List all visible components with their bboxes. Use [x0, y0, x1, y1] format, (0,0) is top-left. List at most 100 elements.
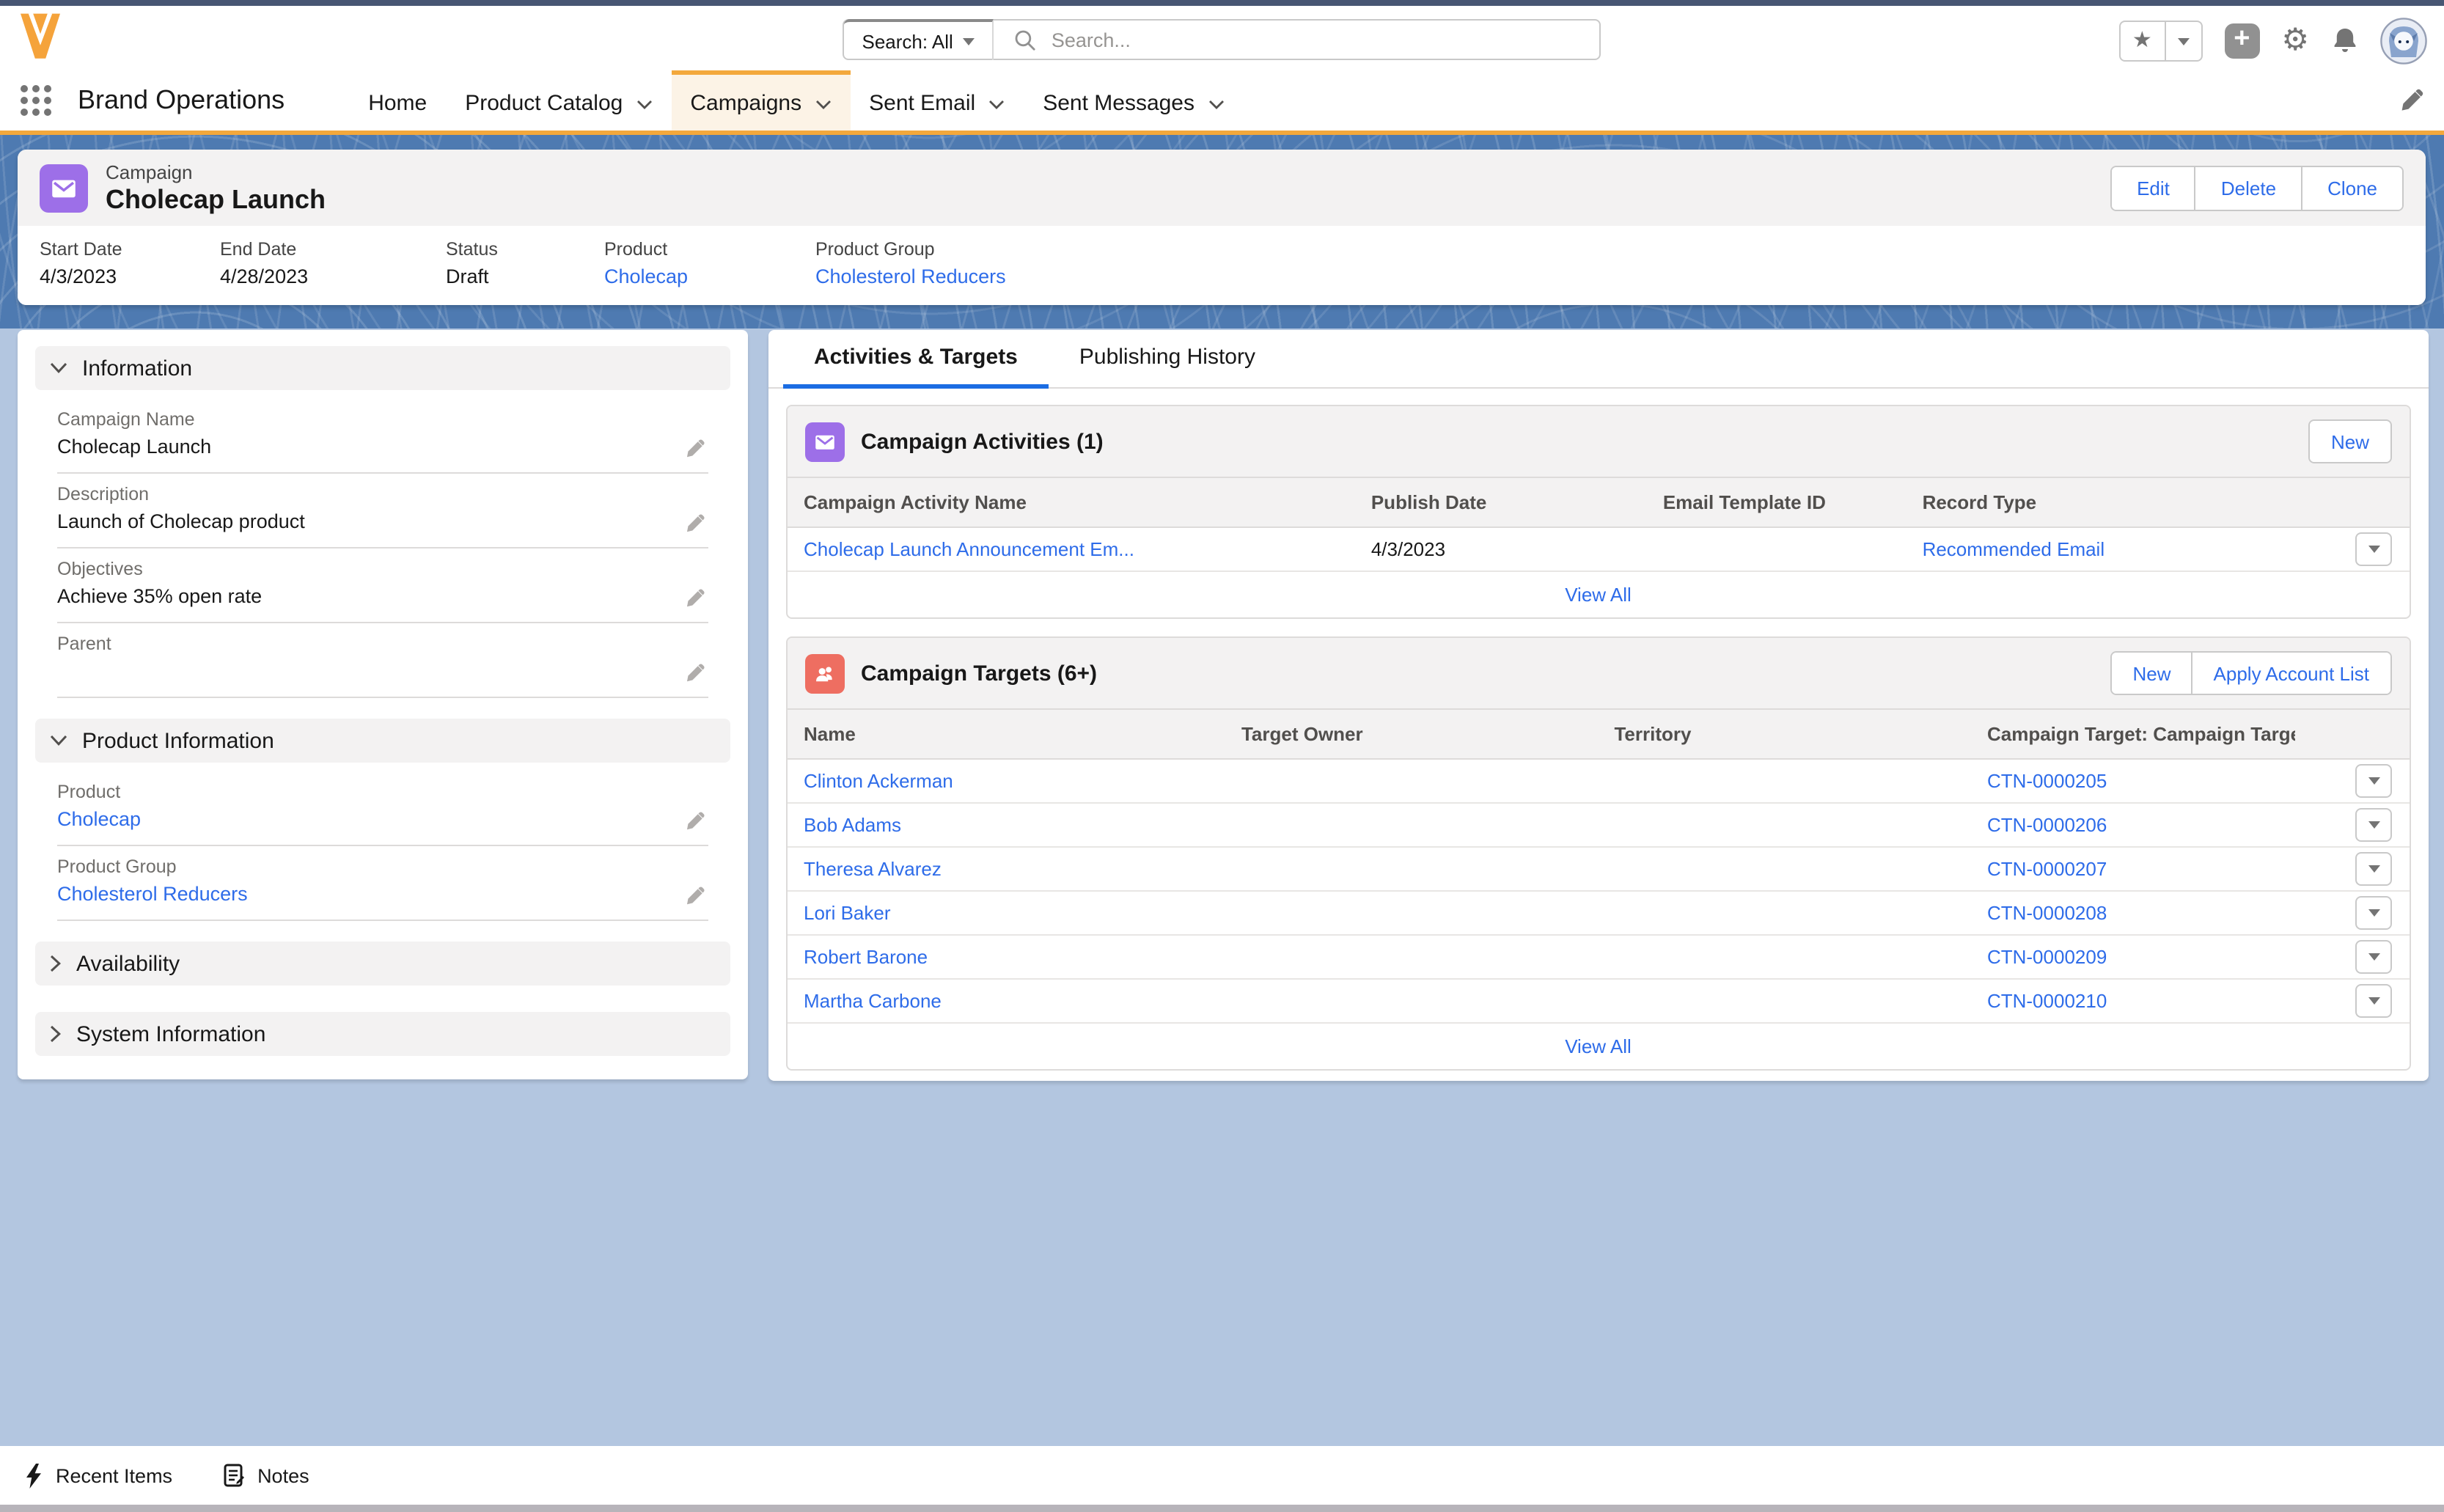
- user-avatar[interactable]: [2379, 18, 2426, 65]
- search-scope-selector[interactable]: Search: All: [845, 19, 994, 60]
- favorite-star-icon[interactable]: ★: [2120, 23, 2164, 59]
- activity-name-link[interactable]: Cholecap Launch Announcement Em...: [788, 538, 1355, 560]
- delete-button[interactable]: Delete: [2195, 166, 2301, 209]
- section-availability[interactable]: Availability: [35, 942, 730, 986]
- record-title: Cholecap Launch: [106, 184, 326, 215]
- record-actions: Edit Delete Clone: [2110, 165, 2404, 210]
- edit-pencil-icon[interactable]: [685, 886, 705, 906]
- nav-tab-home[interactable]: Home: [349, 70, 446, 131]
- nav-tab-sent-email[interactable]: Sent Email: [850, 70, 1024, 131]
- edit-pencil-icon[interactable]: [685, 663, 705, 683]
- target-name-link[interactable]: Martha Carbone: [788, 990, 1225, 1012]
- target-name-link[interactable]: Clinton Ackerman: [788, 770, 1225, 792]
- record-highlight-fields: Start Date 4/3/2023 End Date 4/28/2023 S…: [18, 226, 2426, 305]
- edit-pencil-icon[interactable]: [685, 513, 705, 534]
- campaign-target-link[interactable]: CTN-0000205: [1971, 770, 2295, 792]
- activities-view-all-link[interactable]: View All: [1565, 584, 1632, 606]
- chevron-right-icon: [50, 955, 62, 972]
- product-group-link[interactable]: Cholesterol Reducers: [815, 265, 1006, 287]
- nav-tab-campaigns[interactable]: Campaigns: [671, 70, 850, 131]
- target-row: Clinton Ackerman CTN-0000205: [788, 760, 2409, 804]
- recent-items-utility[interactable]: Recent Items: [25, 1463, 172, 1488]
- chevron-right-icon: [50, 1025, 62, 1043]
- campaign-target-link[interactable]: CTN-0000208: [1971, 902, 2295, 924]
- field-campaign-name: Campaign Name Cholecap Launch: [57, 399, 708, 474]
- global-actions-plus-icon[interactable]: +: [2224, 23, 2259, 59]
- campaign-activities-title: Campaign Activities (1): [861, 429, 1104, 454]
- app-navigation: Brand Operations Home Product Catalog Ca…: [0, 70, 2444, 135]
- tab-publishing-history[interactable]: Publishing History: [1049, 330, 1286, 389]
- field-product-group: Product Group Cholesterol Reducers: [815, 239, 1006, 287]
- chevron-down-icon: [815, 99, 831, 109]
- search-input[interactable]: [1049, 27, 1600, 52]
- chevron-down-icon: [50, 362, 67, 374]
- row-actions-menu-button[interactable]: [2356, 984, 2393, 1018]
- activities-table-header: Campaign Activity Name Publish Date Emai…: [788, 477, 2409, 528]
- target-name-link[interactable]: Bob Adams: [788, 814, 1225, 836]
- row-actions-menu-button[interactable]: [2356, 940, 2393, 974]
- campaign-target-link[interactable]: CTN-0000209: [1971, 946, 2295, 968]
- notes-utility[interactable]: Notes: [222, 1464, 309, 1487]
- tab-activities-targets[interactable]: Activities & Targets: [783, 330, 1049, 389]
- field-start-date: Start Date 4/3/2023: [40, 239, 220, 287]
- campaign-targets-card: Campaign Targets (6+) New Apply Account …: [786, 636, 2410, 1071]
- chevron-down-icon: [964, 37, 975, 45]
- campaign-target-link[interactable]: CTN-0000206: [1971, 814, 2295, 836]
- chevron-down-icon: [636, 99, 652, 109]
- section-product-information[interactable]: Product Information: [35, 719, 730, 763]
- browser-top-strip: [0, 0, 2444, 6]
- edit-pencil-icon[interactable]: [685, 811, 705, 832]
- targets-view-all-link[interactable]: View All: [1565, 1035, 1632, 1057]
- section-information[interactable]: Information: [35, 346, 730, 390]
- chevron-down-icon: [50, 735, 67, 746]
- nav-tab-sent-messages[interactable]: Sent Messages: [1024, 70, 1243, 131]
- app-name: Brand Operations: [78, 85, 285, 116]
- main-content: Information Campaign Name Cholecap Launc…: [18, 330, 2428, 1081]
- search-scope-label: Search: All: [862, 30, 953, 52]
- related-panel: Activities & Targets Publishing History …: [768, 330, 2428, 1081]
- campaign-activity-envelope-icon: [805, 422, 845, 461]
- targets-new-button[interactable]: New: [2113, 653, 2192, 694]
- target-row: Martha Carbone CTN-0000210: [788, 980, 2409, 1024]
- header-utilities: ★ + ⚙: [2118, 18, 2426, 65]
- target-name-link[interactable]: Lori Baker: [788, 902, 1225, 924]
- row-actions-menu-button[interactable]: [2356, 852, 2393, 886]
- notifications-bell-icon[interactable]: [2331, 26, 2357, 56]
- target-name-link[interactable]: Robert Barone: [788, 946, 1225, 968]
- edit-navigation-pencil-icon[interactable]: [2399, 88, 2423, 113]
- field-end-date: End Date 4/28/2023: [220, 239, 446, 287]
- favorites-dropdown[interactable]: [2164, 22, 2201, 60]
- app-launcher-icon[interactable]: [21, 85, 51, 116]
- record-details-panel: Information Campaign Name Cholecap Launc…: [18, 330, 748, 1079]
- nav-tab-product-catalog[interactable]: Product Catalog: [446, 70, 671, 131]
- campaign-envelope-icon: [40, 164, 88, 212]
- app-window: Search: All ★ + ⚙: [0, 0, 2444, 1512]
- field-product-detail: Product Cholecap: [57, 771, 708, 846]
- entity-label: Campaign: [106, 161, 326, 183]
- product-link[interactable]: Cholecap: [57, 808, 708, 832]
- row-actions-menu-button[interactable]: [2356, 764, 2393, 798]
- setup-gear-icon[interactable]: ⚙: [2281, 23, 2309, 59]
- apply-account-list-button[interactable]: Apply Account List: [2192, 653, 2390, 694]
- utility-bar: Recent Items Notes: [0, 1446, 2444, 1505]
- field-status: Status Draft: [446, 239, 604, 287]
- field-product-group-detail: Product Group Cholesterol Reducers: [57, 846, 708, 921]
- record-type-link[interactable]: Recommended Email: [1907, 538, 2296, 560]
- row-actions-menu-button[interactable]: [2356, 808, 2393, 842]
- campaign-target-link[interactable]: CTN-0000207: [1971, 858, 2295, 880]
- section-system-information[interactable]: System Information: [35, 1012, 730, 1056]
- row-actions-menu-button[interactable]: [2356, 896, 2393, 930]
- activities-new-button[interactable]: New: [2311, 421, 2390, 462]
- product-link[interactable]: Cholecap: [604, 265, 815, 287]
- campaign-target-link[interactable]: CTN-0000210: [1971, 990, 2295, 1012]
- edit-button[interactable]: Edit: [2112, 166, 2195, 209]
- target-name-link[interactable]: Theresa Alvarez: [788, 858, 1225, 880]
- edit-pencil-icon[interactable]: [685, 438, 705, 459]
- veeva-logo: [21, 13, 60, 62]
- edit-pencil-icon[interactable]: [685, 588, 705, 609]
- campaign-targets-header: Campaign Targets (6+) New Apply Account …: [788, 638, 2409, 708]
- clone-button[interactable]: Clone: [2301, 166, 2402, 209]
- campaign-activities-header: Campaign Activities (1) New: [788, 406, 2409, 477]
- product-group-link[interactable]: Cholesterol Reducers: [57, 883, 708, 906]
- row-actions-menu-button[interactable]: [2356, 532, 2393, 566]
